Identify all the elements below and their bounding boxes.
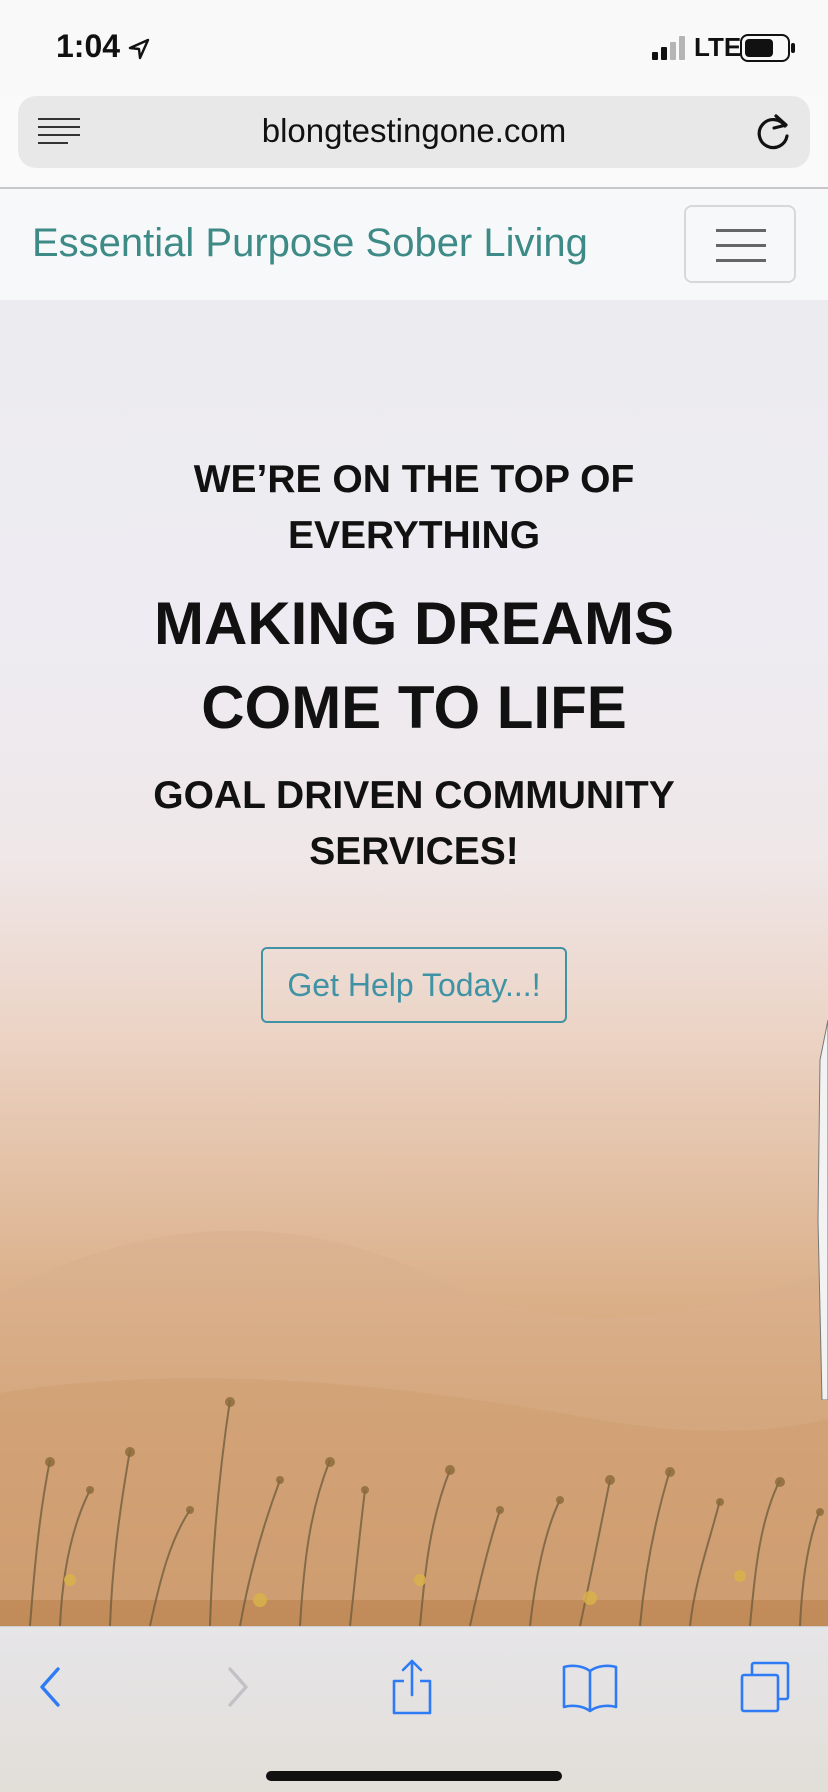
- hero-title: MAKING DREAMS COME TO LIFE: [154, 590, 674, 741]
- signal-bars-icon: [652, 36, 685, 60]
- nav-toggle-button[interactable]: [684, 205, 796, 283]
- address-bar[interactable]: blongtestingone.com: [18, 96, 810, 168]
- back-chevron-icon[interactable]: [22, 1657, 82, 1717]
- status-bar: 1:04 LTE: [0, 0, 828, 96]
- bookmarks-icon[interactable]: [560, 1657, 620, 1717]
- share-icon[interactable]: [382, 1657, 442, 1717]
- hero-section: WE’RE ON THE TOP OF EVERYTHING MAKING DR…: [0, 300, 828, 1626]
- get-help-button[interactable]: Get Help Today...!: [261, 947, 567, 1023]
- site-navbar: Essential Purpose Sober Living: [0, 189, 828, 300]
- hero-pretitle: WE’RE ON THE TOP OF EVERYTHING: [193, 458, 635, 557]
- reload-icon[interactable]: [754, 112, 792, 152]
- background-grass-image: [29, 1397, 824, 1626]
- url-text[interactable]: blongtestingone.com: [18, 112, 810, 150]
- status-time: 1:04: [56, 28, 121, 64]
- home-indicator: [266, 1771, 562, 1781]
- browser-toolbar: [0, 1626, 828, 1792]
- background-person-image: [817, 1020, 828, 1400]
- location-arrow-icon: [128, 38, 150, 60]
- hero-subtitle: GOAL DRIVEN COMMUNITY SERVICES!: [153, 774, 675, 873]
- forward-chevron-icon[interactable]: [206, 1657, 266, 1717]
- tabs-icon[interactable]: [736, 1657, 796, 1717]
- network-type: LTE: [694, 32, 742, 62]
- battery-icon: [740, 34, 795, 62]
- site-brand-link[interactable]: Essential Purpose Sober Living: [32, 221, 588, 266]
